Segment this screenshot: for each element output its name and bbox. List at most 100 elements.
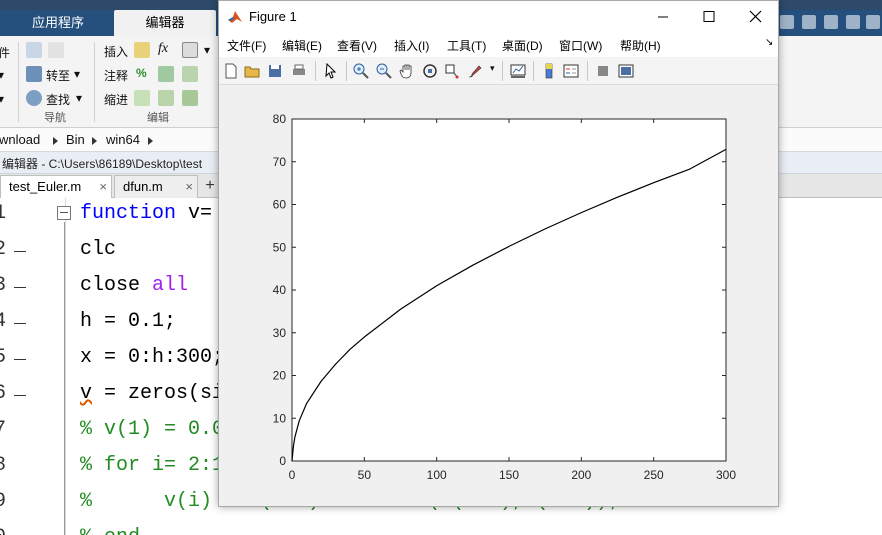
goto-button[interactable]: 转至 bbox=[46, 67, 70, 84]
colorbar-icon[interactable] bbox=[540, 62, 558, 80]
brush-dropdown-icon[interactable]: ▾ bbox=[490, 63, 495, 74]
close-icon[interactable]: × bbox=[99, 176, 107, 197]
toolbar-separator bbox=[533, 61, 534, 81]
wrap-comment-icon[interactable] bbox=[182, 66, 198, 82]
code-text: close bbox=[80, 274, 153, 297]
breakpoint-dash[interactable] bbox=[14, 287, 26, 288]
uncomment-icon[interactable] bbox=[158, 66, 174, 82]
tab-apps[interactable]: 应用程序 bbox=[8, 10, 108, 36]
dock-arrow-icon[interactable]: ↘ bbox=[765, 37, 773, 48]
rotate-3d-icon[interactable] bbox=[421, 62, 439, 80]
file-tab-test-euler[interactable]: test_Euler.m × bbox=[0, 175, 112, 198]
maximize-icon[interactable] bbox=[686, 1, 732, 33]
menu-file[interactable]: 文件(F) bbox=[227, 37, 266, 54]
save-icon[interactable] bbox=[266, 62, 284, 80]
menu-edit[interactable]: 编辑(E) bbox=[282, 37, 322, 54]
plot-axes-box[interactable] bbox=[291, 118, 727, 462]
decrease-indent-icon[interactable] bbox=[182, 90, 198, 106]
copy-icon[interactable] bbox=[824, 15, 838, 29]
breadcrumb-bin[interactable]: Bin bbox=[66, 132, 85, 147]
menu-view[interactable]: 查看(V) bbox=[337, 37, 377, 54]
menu-desktop[interactable]: 桌面(D) bbox=[502, 37, 543, 54]
find-button[interactable]: 查找 bbox=[46, 91, 70, 108]
menu-help[interactable]: 帮助(H) bbox=[620, 37, 661, 54]
breadcrumb-download[interactable]: wnload bbox=[0, 132, 40, 147]
indent-button[interactable]: 缩进 bbox=[104, 91, 128, 108]
legend-icon[interactable] bbox=[562, 62, 580, 80]
pointer-icon[interactable] bbox=[322, 62, 340, 80]
cut-icon[interactable] bbox=[802, 15, 816, 29]
save-icon[interactable] bbox=[780, 15, 794, 29]
insert-button[interactable]: 插入 bbox=[104, 43, 128, 60]
goto-icon[interactable] bbox=[26, 66, 42, 82]
breakpoint-dash[interactable] bbox=[14, 251, 26, 252]
undo-icon[interactable] bbox=[866, 15, 880, 29]
figure-titlebar[interactable]: Figure 1 bbox=[219, 1, 778, 33]
brush-icon[interactable] bbox=[466, 62, 484, 80]
breakpoint-dash[interactable] bbox=[14, 395, 26, 396]
comment-button[interactable]: 注释 bbox=[104, 67, 128, 84]
link-plot-icon[interactable] bbox=[509, 62, 527, 80]
group-navigate: 导航 bbox=[44, 112, 66, 124]
back-arrow-icon[interactable] bbox=[26, 42, 42, 58]
menu-window[interactable]: 窗口(W) bbox=[559, 37, 602, 54]
close-icon[interactable]: × bbox=[185, 176, 193, 197]
code-string: all bbox=[152, 274, 189, 297]
forward-arrow-icon bbox=[48, 42, 64, 58]
add-tab-button[interactable]: + bbox=[200, 175, 220, 198]
line-number: 6 bbox=[0, 382, 7, 405]
minimize-icon[interactable] bbox=[640, 1, 686, 33]
breakpoint-dash[interactable] bbox=[14, 323, 26, 324]
insert-icon[interactable] bbox=[134, 42, 150, 58]
smart-indent-icon[interactable] bbox=[134, 90, 150, 106]
menu-insert[interactable]: 插入(I) bbox=[394, 37, 429, 54]
code-warning-var[interactable]: v bbox=[80, 382, 92, 405]
breakpoint-dash[interactable] bbox=[14, 359, 26, 360]
increase-indent-icon[interactable] bbox=[158, 90, 174, 106]
fold-toggle-icon[interactable] bbox=[57, 206, 71, 220]
data-cursor-icon[interactable] bbox=[443, 62, 461, 80]
y-tick-label: 50 bbox=[273, 240, 287, 254]
function-icon[interactable] bbox=[182, 42, 198, 58]
line-number: 5 bbox=[0, 346, 7, 369]
show-plot-tools-icon[interactable] bbox=[617, 62, 635, 80]
code-line-2: clc bbox=[80, 238, 117, 261]
paste-icon[interactable] bbox=[846, 15, 860, 29]
new-figure-icon[interactable] bbox=[222, 62, 240, 80]
print-icon[interactable] bbox=[290, 62, 308, 80]
line-chart[interactable]: 0 50 100 150 200 250 300 0 10 20 30 40 50 60 70 80 bbox=[219, 86, 778, 506]
close-icon[interactable] bbox=[732, 1, 778, 33]
y-tick-label: 40 bbox=[273, 283, 287, 297]
code-line-6: v = zeros(si bbox=[80, 382, 224, 405]
ribbon-separator bbox=[94, 42, 95, 122]
figure-canvas[interactable]: 0 50 100 150 200 250 300 0 10 20 30 40 50 60 70 80 bbox=[219, 86, 778, 506]
tab-editor[interactable]: 编辑器 bbox=[114, 10, 216, 36]
figure-window[interactable]: Figure 1 文件(F) 编辑(E) 查看(V) 插入(I) 工具(T) 桌… bbox=[218, 0, 779, 507]
search-icon[interactable] bbox=[26, 90, 42, 106]
insert-dropdown-icon[interactable]: ▾ bbox=[204, 43, 210, 57]
find-dropdown-icon[interactable]: ▾ bbox=[76, 91, 82, 105]
code-text: = zeros(si bbox=[92, 382, 225, 405]
goto-dropdown-icon[interactable]: ▾ bbox=[74, 67, 80, 81]
file-tab-dfun[interactable]: dfun.m × bbox=[114, 175, 198, 198]
ribbon-arrow-2[interactable]: ▾ bbox=[0, 92, 4, 106]
ribbon-separator bbox=[18, 42, 19, 122]
ribbon-arrow-1[interactable]: ▾ bbox=[0, 68, 4, 82]
zoom-out-icon[interactable] bbox=[375, 62, 393, 80]
open-file-icon[interactable] bbox=[243, 62, 261, 80]
matlab-logo-icon bbox=[227, 9, 243, 25]
hide-plot-tools-icon[interactable] bbox=[594, 62, 612, 80]
code-line-8: % for i= 2:1 bbox=[80, 454, 225, 477]
fx-button[interactable]: fx bbox=[158, 41, 168, 57]
comment-icon[interactable]: % bbox=[136, 66, 147, 80]
file-tab-label: dfun.m bbox=[123, 179, 163, 194]
zoom-in-icon[interactable] bbox=[352, 62, 370, 80]
code-line-10: % end bbox=[80, 526, 140, 535]
pan-hand-icon[interactable] bbox=[398, 62, 416, 80]
ribbon-file-label[interactable]: 件 bbox=[0, 44, 10, 61]
menu-tools[interactable]: 工具(T) bbox=[447, 37, 486, 54]
toolbar-separator bbox=[587, 61, 588, 81]
x-tick-label: 100 bbox=[427, 468, 447, 482]
toolbar-separator bbox=[346, 61, 347, 81]
breadcrumb-win64[interactable]: win64 bbox=[106, 132, 140, 147]
